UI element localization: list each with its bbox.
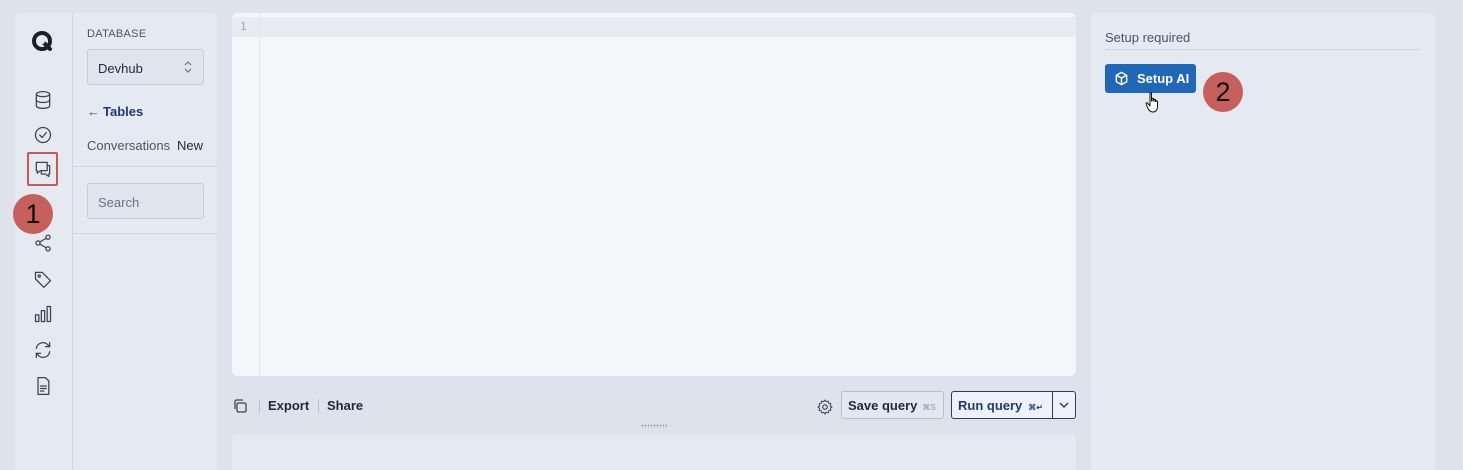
divider — [73, 233, 218, 234]
resize-handle[interactable] — [641, 424, 667, 428]
save-query-label: Save query — [848, 398, 918, 413]
logo-icon[interactable] — [30, 29, 54, 53]
divider — [1105, 49, 1420, 50]
check-circle-icon[interactable] — [32, 124, 54, 146]
copy-icon[interactable] — [232, 398, 248, 414]
export-button[interactable]: Export — [268, 398, 309, 413]
search-input[interactable]: Search — [87, 183, 204, 219]
run-query-button[interactable]: Run query ⌘↵ — [951, 391, 1076, 419]
save-query-button[interactable]: Save query ⌘S — [841, 391, 944, 419]
hand-cursor-icon — [1145, 92, 1158, 113]
setup-ai-label: Setup AI — [1137, 71, 1190, 86]
sql-editor[interactable]: 1 — [232, 13, 1076, 376]
database-label: DATABASE — [87, 28, 147, 40]
active-line — [232, 17, 1076, 37]
icon-rail — [15, 13, 72, 470]
document-icon[interactable] — [32, 375, 54, 397]
chat-icon[interactable] — [32, 158, 54, 180]
share-button[interactable]: Share — [327, 398, 363, 413]
divider — [73, 166, 218, 167]
divider — [1052, 392, 1053, 418]
annotation-marker-2: 2 — [1203, 72, 1243, 112]
share-icon[interactable] — [32, 232, 54, 254]
tables-link-label: Tables — [103, 104, 144, 119]
divider — [259, 399, 260, 413]
annotation-marker-1: 1 — [13, 194, 53, 234]
save-shortcut: ⌘S — [922, 403, 936, 412]
results-panel — [232, 434, 1076, 470]
divider — [318, 399, 319, 413]
conversations-label: Conversations — [87, 138, 171, 153]
setup-required-title: Setup required — [1105, 30, 1191, 45]
editor-gutter — [232, 13, 260, 376]
editor-toolbar: Export Share Save query ⌘S Run query ⌘↵ — [232, 390, 1076, 420]
database-panel: DATABASE Devhub ← Tables Conversations Ne… — [72, 13, 218, 470]
database-select-value: Devhub — [98, 61, 143, 76]
run-query-label: Run query — [958, 398, 1023, 413]
tables-link[interactable]: ← Tables — [87, 104, 143, 119]
chevron-updown-icon — [184, 61, 192, 73]
gear-icon[interactable] — [816, 398, 834, 416]
database-select[interactable]: Devhub — [87, 49, 204, 85]
cube-icon — [1115, 71, 1128, 86]
back-arrow-icon: ← — [87, 104, 100, 119]
ai-panel: Setup required Setup AI — [1091, 13, 1435, 470]
chevron-down-icon[interactable] — [1058, 399, 1070, 411]
setup-ai-button[interactable]: Setup AI — [1105, 64, 1196, 93]
tag-icon[interactable] — [32, 268, 54, 290]
sync-icon[interactable] — [32, 339, 54, 361]
database-icon[interactable] — [32, 89, 54, 111]
new-conversation-button[interactable]: New — [177, 138, 203, 153]
run-shortcut: ⌘↵ — [1028, 403, 1043, 412]
bar-chart-icon[interactable] — [32, 303, 54, 325]
line-number: 1 — [240, 20, 247, 33]
